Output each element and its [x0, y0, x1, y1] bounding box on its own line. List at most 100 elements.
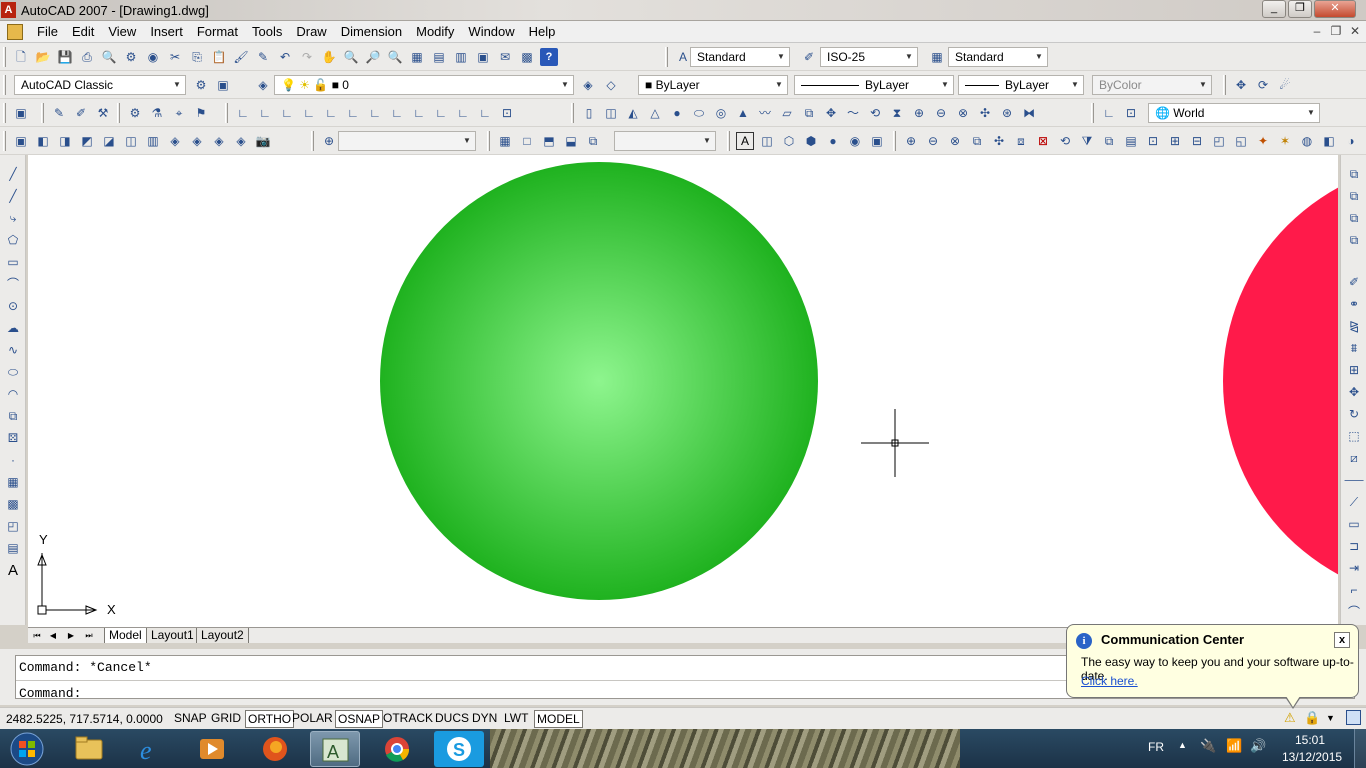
presspull-icon[interactable]: ✥	[822, 104, 840, 122]
block-editor-icon[interactable]: ✎	[254, 48, 272, 66]
right-view-icon[interactable]: ◪	[100, 132, 118, 150]
render-icon[interactable]: ✦	[1254, 132, 1272, 150]
menu-file[interactable]: File	[30, 24, 65, 40]
network-icon[interactable]: 📶	[1226, 738, 1242, 754]
ucs-face-icon[interactable]: ∟	[300, 104, 318, 122]
zoom-realtime-icon[interactable]: 🔍	[342, 48, 360, 66]
rectangle-icon[interactable]: ▭	[4, 253, 22, 271]
camera-target-icon[interactable]: ⊕	[320, 132, 338, 150]
red-sphere[interactable]	[1223, 161, 1338, 601]
torus-icon[interactable]: ◎	[712, 104, 730, 122]
viewport-dialog-icon[interactable]: ▦	[496, 132, 514, 150]
join-icon[interactable]: ⇥	[1345, 559, 1363, 577]
multiline-text-icon[interactable]: A	[4, 561, 22, 579]
cut-icon[interactable]: ✂	[166, 48, 184, 66]
arc-icon[interactable]: ⌒	[4, 275, 22, 293]
menu-window[interactable]: Window	[461, 24, 521, 40]
offset-faces-icon[interactable]: ⧈	[1012, 132, 1030, 150]
check-icon[interactable]: ◱	[1232, 132, 1250, 150]
conceptual-icon[interactable]: ◉	[846, 132, 864, 150]
3d-orbit-icon[interactable]: ✥	[1232, 76, 1250, 94]
markup-icon[interactable]: ✉	[496, 48, 514, 66]
menu-tools[interactable]: Tools	[245, 24, 289, 40]
extrude-icon[interactable]: ⧉	[800, 104, 818, 122]
edit-attribute-icon[interactable]: ✐	[72, 104, 90, 122]
toolbar-grip[interactable]	[1091, 103, 1094, 123]
layer-dropdown[interactable]: 💡 ☀ 🔓 ■ 0 ▼	[274, 75, 574, 95]
move-faces-icon[interactable]: ✣	[990, 132, 1008, 150]
ucs-dropdown[interactable]: 🌐 World ▼	[1148, 103, 1320, 123]
mdi-close-button[interactable]: ✕	[1348, 24, 1362, 38]
taper-faces-icon[interactable]: ⧩	[1078, 132, 1096, 150]
maximize-button[interactable]: ❐	[1288, 0, 1312, 18]
polygonal-viewport-icon[interactable]: ⬒	[540, 132, 558, 150]
chamfer-icon[interactable]: ⌐	[1345, 581, 1363, 599]
taskbar-media-player[interactable]	[188, 731, 238, 767]
ellipse-icon[interactable]: ⬭	[4, 363, 22, 381]
layer-previous-icon[interactable]: ◇	[602, 76, 620, 94]
taskbar-firefox[interactable]	[250, 731, 300, 767]
help-icon[interactable]: ?	[540, 48, 558, 66]
helix-icon[interactable]: 〰	[756, 104, 774, 122]
ucs-3point-icon[interactable]: ∟	[410, 104, 428, 122]
design-center-icon[interactable]: ▤	[430, 48, 448, 66]
ducs-toggle[interactable]: DUCS	[433, 710, 471, 728]
spline-icon[interactable]: ∿	[4, 341, 22, 359]
table-style-dropdown[interactable]: Standard ▼	[948, 47, 1048, 67]
cone-icon[interactable]: △	[646, 104, 664, 122]
table-icon[interactable]: ▤	[4, 539, 22, 557]
ucs-manager-icon[interactable]: ⊡	[1122, 104, 1140, 122]
visual-styles-manager-icon[interactable]: ▣	[868, 132, 886, 150]
scale-icon[interactable]: ⬚	[1345, 427, 1363, 445]
workspace-settings-icon[interactable]: ⚙	[192, 76, 210, 94]
table-style-icon[interactable]: ▦	[928, 48, 946, 66]
gradient-icon[interactable]: ▩	[4, 495, 22, 513]
3d-dwf-icon[interactable]: ◉	[144, 48, 162, 66]
block-parameter-icon[interactable]: ⚗	[148, 104, 166, 122]
block-attribute-manager-icon[interactable]: ⚒	[94, 104, 112, 122]
show-desktop-button[interactable]	[1354, 729, 1366, 768]
loft-icon[interactable]: ⧗	[888, 104, 906, 122]
polysolid-icon[interactable]: ▯	[580, 104, 598, 122]
construction-line-icon[interactable]: ╱	[4, 187, 22, 205]
union-icon[interactable]: ⊕	[902, 132, 920, 150]
hatch-icon[interactable]: ▦	[4, 473, 22, 491]
ne-iso-view-icon[interactable]: ◈	[210, 132, 228, 150]
point-icon[interactable]: ·	[4, 451, 22, 469]
polygon-icon[interactable]: ⬠	[4, 231, 22, 249]
publish-icon[interactable]: ⚙	[122, 48, 140, 66]
undo-icon[interactable]: ↶	[276, 48, 294, 66]
ucs-x-icon[interactable]: ∟	[432, 104, 450, 122]
block-authoring-icon[interactable]: ⚙	[126, 104, 144, 122]
open-file-icon[interactable]: 📂	[34, 48, 52, 66]
apply-ucs-icon[interactable]: ⊡	[498, 104, 516, 122]
new-file-icon[interactable]: 🗋	[12, 48, 30, 66]
layer-manager-icon[interactable]: ◈	[254, 76, 272, 94]
zoom-previous-icon[interactable]: 🔍	[386, 48, 404, 66]
block-action-icon[interactable]: ⌖	[170, 104, 188, 122]
polar-toggle[interactable]: POLAR	[290, 710, 335, 728]
balloon-close-button[interactable]: x	[1334, 632, 1350, 648]
bring-above-icon[interactable]: ⧉	[1345, 209, 1363, 227]
lights-icon[interactable]: ✶	[1276, 132, 1294, 150]
dimension-style-icon[interactable]: ✐	[800, 48, 818, 66]
pyramid-icon[interactable]: ▲	[734, 104, 752, 122]
chevron-down-icon[interactable]: ▼	[1326, 713, 1335, 723]
ucs-world-icon[interactable]: ∟	[256, 104, 274, 122]
match-properties-icon[interactable]: 🖌	[232, 48, 250, 66]
start-button[interactable]	[2, 730, 52, 768]
extrude-faces-icon[interactable]: ⧉	[968, 132, 986, 150]
render-environment-icon[interactable]: ◑	[1342, 132, 1360, 150]
revolve-icon[interactable]: ⟲	[866, 104, 884, 122]
draw-order-back-icon[interactable]: ⧉	[1345, 187, 1363, 205]
trim-icon[interactable]: ⸺	[1344, 471, 1364, 489]
top-view-icon[interactable]: ◧	[34, 132, 52, 150]
redo-icon[interactable]: ↷	[298, 48, 316, 66]
polyline-icon[interactable]: ⤷	[4, 209, 22, 227]
next-tab-icon[interactable]: ▶	[64, 629, 78, 642]
menu-format[interactable]: Format	[190, 24, 245, 40]
box-icon[interactable]: ◫	[602, 104, 620, 122]
sw-iso-view-icon[interactable]: ◈	[166, 132, 184, 150]
back-view-icon[interactable]: ▥	[144, 132, 162, 150]
make-block-icon[interactable]: ⚄	[4, 429, 22, 447]
